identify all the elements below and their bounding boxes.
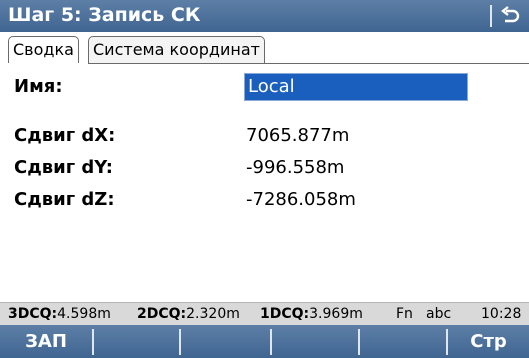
function-key-bar: ЗАП Стр [0,325,529,358]
shift-dy-label: Сдвиг dY: [14,157,113,178]
fn-indicator: Fn [396,306,413,322]
input-mode-indicator: abc [426,306,452,322]
status-bar: 3DCQ:4.598m 2DCQ:2.320m 1DCQ:3.969m Fn a… [0,302,529,325]
status-3dcq-label: 3DCQ: [8,306,58,322]
f1-record-button[interactable]: ЗАП [0,325,92,358]
shift-dz-value: -7286.058m [246,189,356,210]
shift-dy-value: -996.558m [246,157,345,178]
name-field[interactable]: Local [244,73,468,101]
status-1dcq: 1DCQ:3.969m [260,306,363,322]
title-divider [490,5,492,27]
clock: 10:28 [481,306,522,322]
shift-dx-value: 7065.877m [246,125,350,146]
tab-bar: Сводка Система координат [0,34,529,64]
title-bar: Шаг 5: Запись СК [0,0,529,32]
tab-summary[interactable]: Сводка [8,36,79,63]
f6-page-button[interactable]: Стр [448,325,529,358]
status-2dcq-value: 2.320m [186,306,240,322]
shift-dx-label: Сдвиг dX: [14,125,116,146]
f4-button[interactable] [272,325,358,358]
shift-dz-label: Сдвиг dZ: [14,189,115,210]
f2-button[interactable] [94,325,179,358]
status-2dcq-label: 2DCQ: [137,306,187,322]
status-2dcq: 2DCQ:2.320m [137,306,240,322]
tab-coordinate-system[interactable]: Система координат [88,36,265,63]
status-1dcq-label: 1DCQ: [260,306,310,322]
f5-button[interactable] [360,325,446,358]
page-title: Шаг 5: Запись СК [8,4,201,26]
status-3dcq-value: 4.598m [57,306,111,322]
status-3dcq: 3DCQ:4.598m [8,306,111,322]
status-1dcq-value: 3.969m [309,306,363,322]
tab-divider [88,63,529,64]
back-arrow-icon[interactable] [500,6,520,26]
f3-button[interactable] [181,325,270,358]
name-label: Имя: [14,76,63,97]
